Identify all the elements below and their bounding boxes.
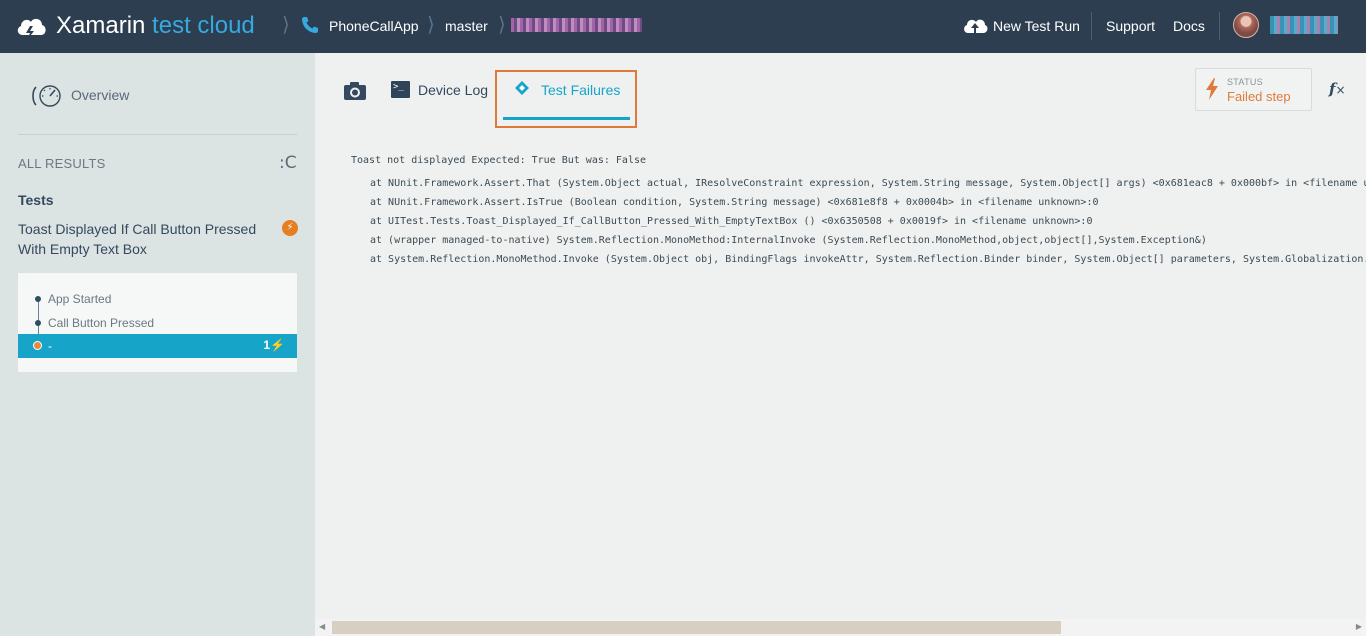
- bolt-icon: [1206, 78, 1218, 100]
- terminal-icon: >_: [391, 81, 410, 98]
- overview-link[interactable]: Overview: [30, 81, 170, 111]
- steps-list: App Started Call Button Pressed - 1⚡: [18, 273, 297, 372]
- active-tab-underline: [503, 117, 630, 120]
- breadcrumb-app[interactable]: PhoneCallApp: [329, 17, 419, 35]
- sidebar-divider: [18, 134, 297, 135]
- failed-bolt-icon: ⚡: [282, 220, 298, 236]
- top-navigation-bar: Xamarin test cloud ⟩ PhoneCallApp ⟩ mast…: [0, 0, 1366, 53]
- brand-test-cloud: test cloud: [152, 12, 255, 39]
- support-link[interactable]: Support: [1106, 17, 1155, 35]
- failure-count-badge: 1⚡: [263, 338, 285, 352]
- step-dot-failed: [33, 341, 42, 350]
- step-item[interactable]: App Started: [18, 287, 297, 311]
- cloud-upload-icon[interactable]: [962, 15, 988, 37]
- step-item-selected[interactable]: - 1⚡: [18, 334, 297, 358]
- horizontal-scrollbar[interactable]: ◀ ▶: [315, 619, 1366, 636]
- step-label: Call Button Pressed: [48, 316, 155, 330]
- step-dot: [35, 296, 41, 302]
- nav-divider: [1091, 12, 1092, 40]
- refresh-icon[interactable]: :C: [279, 153, 297, 173]
- failure-marker-icon: [515, 81, 529, 95]
- status-label: STATUS: [1227, 77, 1263, 87]
- scroll-left-icon[interactable]: ◀: [319, 622, 325, 631]
- status-panel[interactable]: STATUS Failed step: [1195, 68, 1312, 111]
- status-value: Failed step: [1227, 89, 1291, 104]
- breadcrumb-separator: ⟩: [498, 14, 506, 36]
- test-failure-log: Toast not displayed Expected: True But w…: [315, 131, 1366, 619]
- nav-divider: [1219, 12, 1220, 40]
- xamarin-logo-icon[interactable]: [14, 10, 48, 44]
- camera-icon[interactable]: [343, 81, 367, 101]
- brand-xamarin: Xamarin: [56, 12, 146, 39]
- step-label: App Started: [48, 292, 112, 306]
- redacted-username[interactable]: [1270, 16, 1338, 34]
- breadcrumb-separator: ⟩: [282, 14, 290, 36]
- failure-message: Toast not displayed Expected: True But w…: [351, 155, 647, 166]
- step-dot: [35, 320, 41, 326]
- breadcrumb-branch[interactable]: master: [445, 17, 488, 35]
- new-test-run-link[interactable]: New Test Run: [993, 17, 1080, 35]
- stack-trace-line: at System.Reflection.MonoMethod.Invoke (…: [370, 254, 1366, 265]
- gauge-icon: [32, 85, 61, 107]
- tab-label: Test Failures: [541, 82, 621, 98]
- function-toggle-icon[interactable]: f×: [1329, 80, 1346, 98]
- stack-trace-line: at NUnit.Framework.Assert.IsTrue (Boolea…: [370, 197, 1099, 208]
- sidebar: Overview ALL RESULTS :C Tests Toast Disp…: [0, 53, 315, 636]
- main-content: >_ Device Log Test Failures STATUS Faile…: [315, 53, 1366, 636]
- step-item[interactable]: Call Button Pressed: [18, 311, 297, 335]
- tests-heading: Tests: [18, 192, 54, 208]
- scroll-right-icon[interactable]: ▶: [1356, 622, 1362, 631]
- test-item[interactable]: Toast Displayed If Call Button Pressed W…: [18, 219, 268, 259]
- stack-trace-line: at UITest.Tests.Toast_Displayed_If_CallB…: [370, 216, 1093, 227]
- stack-trace-line: at (wrapper managed-to-native) System.Re…: [370, 235, 1207, 246]
- all-results-heading[interactable]: ALL RESULTS: [18, 156, 105, 171]
- tab-device-log[interactable]: >_ Device Log: [389, 53, 499, 131]
- breadcrumb-separator: ⟩: [427, 14, 435, 36]
- redacted-breadcrumb[interactable]: [511, 18, 642, 32]
- stack-trace-line: at NUnit.Framework.Assert.That (System.O…: [370, 178, 1366, 189]
- overview-label: Overview: [71, 87, 130, 103]
- tab-test-failures[interactable]: Test Failures: [495, 70, 637, 128]
- brand-name[interactable]: Xamarin test cloud: [56, 11, 255, 41]
- step-label: -: [48, 339, 52, 353]
- phone-icon: [302, 17, 318, 33]
- docs-link[interactable]: Docs: [1173, 17, 1205, 35]
- avatar[interactable]: [1233, 12, 1259, 38]
- scrollbar-thumb[interactable]: [332, 621, 1061, 634]
- tab-bar: >_ Device Log Test Failures STATUS Faile…: [315, 53, 1366, 131]
- tab-label: Device Log: [418, 82, 489, 98]
